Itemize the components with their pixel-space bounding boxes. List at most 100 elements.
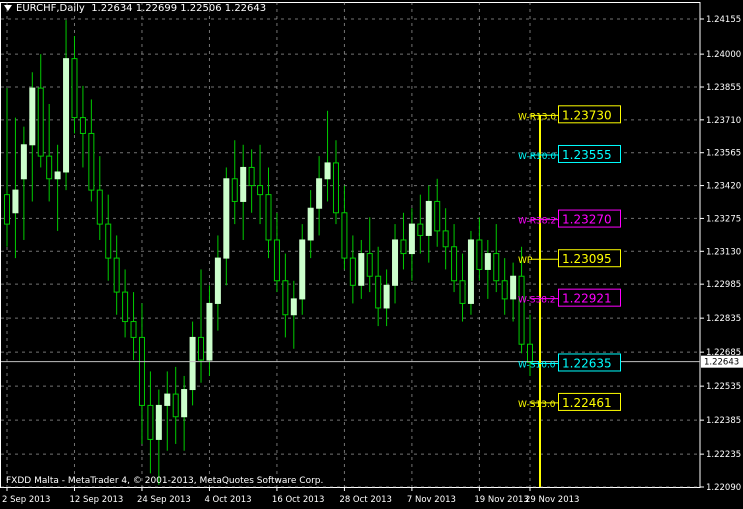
candle-body	[223, 178, 230, 259]
y-tick-label: 1.23565	[706, 149, 741, 159]
y-tick-label: 1.23275	[706, 214, 741, 224]
candle-body	[451, 246, 458, 282]
x-tick-label: 12 Sep 2013	[69, 495, 123, 505]
y-tick-label: 1.24000	[706, 50, 741, 60]
candle-body	[96, 189, 103, 225]
candle-body	[248, 166, 255, 187]
ohlc-readout: 1.22634 1.22699 1.22506 1.22643	[91, 3, 267, 14]
x-tick-label: 28 Oct 2013	[339, 495, 392, 505]
price-axis: 1.24155 1.24000 1.23855 1.23710 1.23565 1.234…	[700, 15, 743, 493]
candle-body	[484, 253, 491, 270]
candle-body	[324, 162, 331, 180]
y-tick-label: 1.23855	[706, 83, 741, 93]
candle-body	[29, 87, 36, 146]
candle-body	[164, 393, 171, 406]
candle-body	[307, 207, 314, 241]
candle-body	[155, 404, 162, 440]
candle-body	[290, 298, 297, 316]
candle-body	[113, 257, 120, 293]
level-name-label: W-S38.2	[518, 296, 556, 306]
candle-body	[510, 275, 517, 300]
y-tick-label: 1.22385	[706, 416, 741, 426]
candle-body	[299, 239, 306, 300]
y-tick-label: 1.22090	[706, 483, 741, 493]
candle-body	[71, 58, 78, 119]
candle-body	[493, 253, 500, 282]
x-tick-label: 19 Nov 2013	[474, 495, 528, 505]
level-value-label: 1.23095	[562, 252, 612, 266]
y-tick-label: 1.22535	[706, 382, 741, 392]
y-tick-label: 1.24155	[706, 15, 741, 25]
level-value-label: 1.22461	[562, 396, 612, 410]
candle-body	[501, 280, 508, 300]
level-name-label: W-R10.0	[518, 152, 556, 162]
candle-body	[408, 223, 415, 255]
candle-body	[88, 132, 95, 191]
y-tick-label: 1.23710	[706, 116, 741, 126]
level-name-label: WP	[518, 256, 533, 266]
level-name-label: W-R13.0	[518, 112, 556, 122]
level-name-label: W-S13.0	[518, 400, 556, 410]
candle-body	[172, 393, 179, 418]
y-tick-label: 1.22235	[706, 450, 741, 460]
candle-body	[189, 336, 196, 391]
candle-body	[147, 404, 154, 440]
y-tick-label: 1.22835	[706, 314, 741, 324]
candle-body	[105, 223, 112, 259]
candle-body	[316, 178, 323, 209]
candle-body	[214, 257, 221, 304]
chart-header: EURCHF,Daily 1.22634 1.22699 1.22506 1.2…	[4, 3, 266, 14]
candle-body	[349, 257, 356, 286]
candle-body	[400, 239, 407, 255]
candle-body	[341, 212, 348, 259]
candle-body	[79, 117, 86, 134]
y-tick-label: 1.22985	[706, 280, 741, 290]
x-tick-label: 24 Sep 2013	[137, 495, 191, 505]
level-name-label: W-R38.2	[518, 217, 556, 227]
footer-copyright: FXDD Malta - MetaTrader 4, © 2001-2013, …	[6, 476, 324, 486]
level-name-label: W-S10.0	[518, 360, 556, 370]
candle-body	[122, 291, 129, 323]
level-value-label: 1.23730	[562, 108, 612, 122]
price-chart[interactable]: W-R13.0 1.23730 W-R10.0 1.23555 W-R38.2 1.232…	[0, 0, 743, 509]
candle-body	[265, 194, 272, 241]
candle-body	[518, 275, 525, 345]
candle-body	[383, 284, 390, 309]
candle-body	[467, 239, 474, 304]
candle-body	[366, 253, 373, 277]
candle-body	[20, 144, 27, 180]
candle-body	[392, 239, 399, 286]
candle-body	[54, 171, 61, 180]
candle-body	[417, 223, 424, 236]
candle-body	[198, 336, 205, 361]
level-value-label: 1.23270	[562, 213, 612, 227]
dropdown-arrow-icon[interactable]	[4, 5, 12, 11]
x-tick-label: 16 Oct 2013	[272, 495, 325, 505]
candle-body	[459, 280, 466, 304]
candle-body	[206, 302, 213, 361]
candle-body	[4, 194, 10, 225]
candle-body	[181, 389, 188, 418]
y-tick-label: 1.23420	[706, 182, 741, 192]
candle-body	[375, 275, 382, 309]
candle-body	[63, 58, 70, 173]
candle-body	[130, 321, 137, 338]
x-tick-label: 2 Sep 2013	[2, 495, 50, 505]
current-price-label: 1.22643	[704, 358, 739, 368]
candle-body	[37, 87, 44, 157]
level-value-label: 1.22635	[562, 356, 612, 370]
candle-body	[257, 185, 264, 196]
candle-body	[240, 166, 247, 202]
candle-body	[46, 155, 53, 180]
candle-body	[442, 230, 449, 248]
candle-body	[425, 200, 432, 236]
y-tick-label: 1.23130	[706, 247, 741, 257]
level-value-label: 1.22921	[562, 292, 612, 306]
candle-body	[273, 239, 280, 282]
candle-body	[332, 162, 339, 214]
candle-body	[434, 200, 441, 232]
candle-body	[476, 239, 483, 270]
level-value-label: 1.23555	[562, 148, 612, 162]
symbol-timeframe: EURCHF,Daily	[16, 3, 85, 14]
candle-body	[231, 178, 238, 202]
